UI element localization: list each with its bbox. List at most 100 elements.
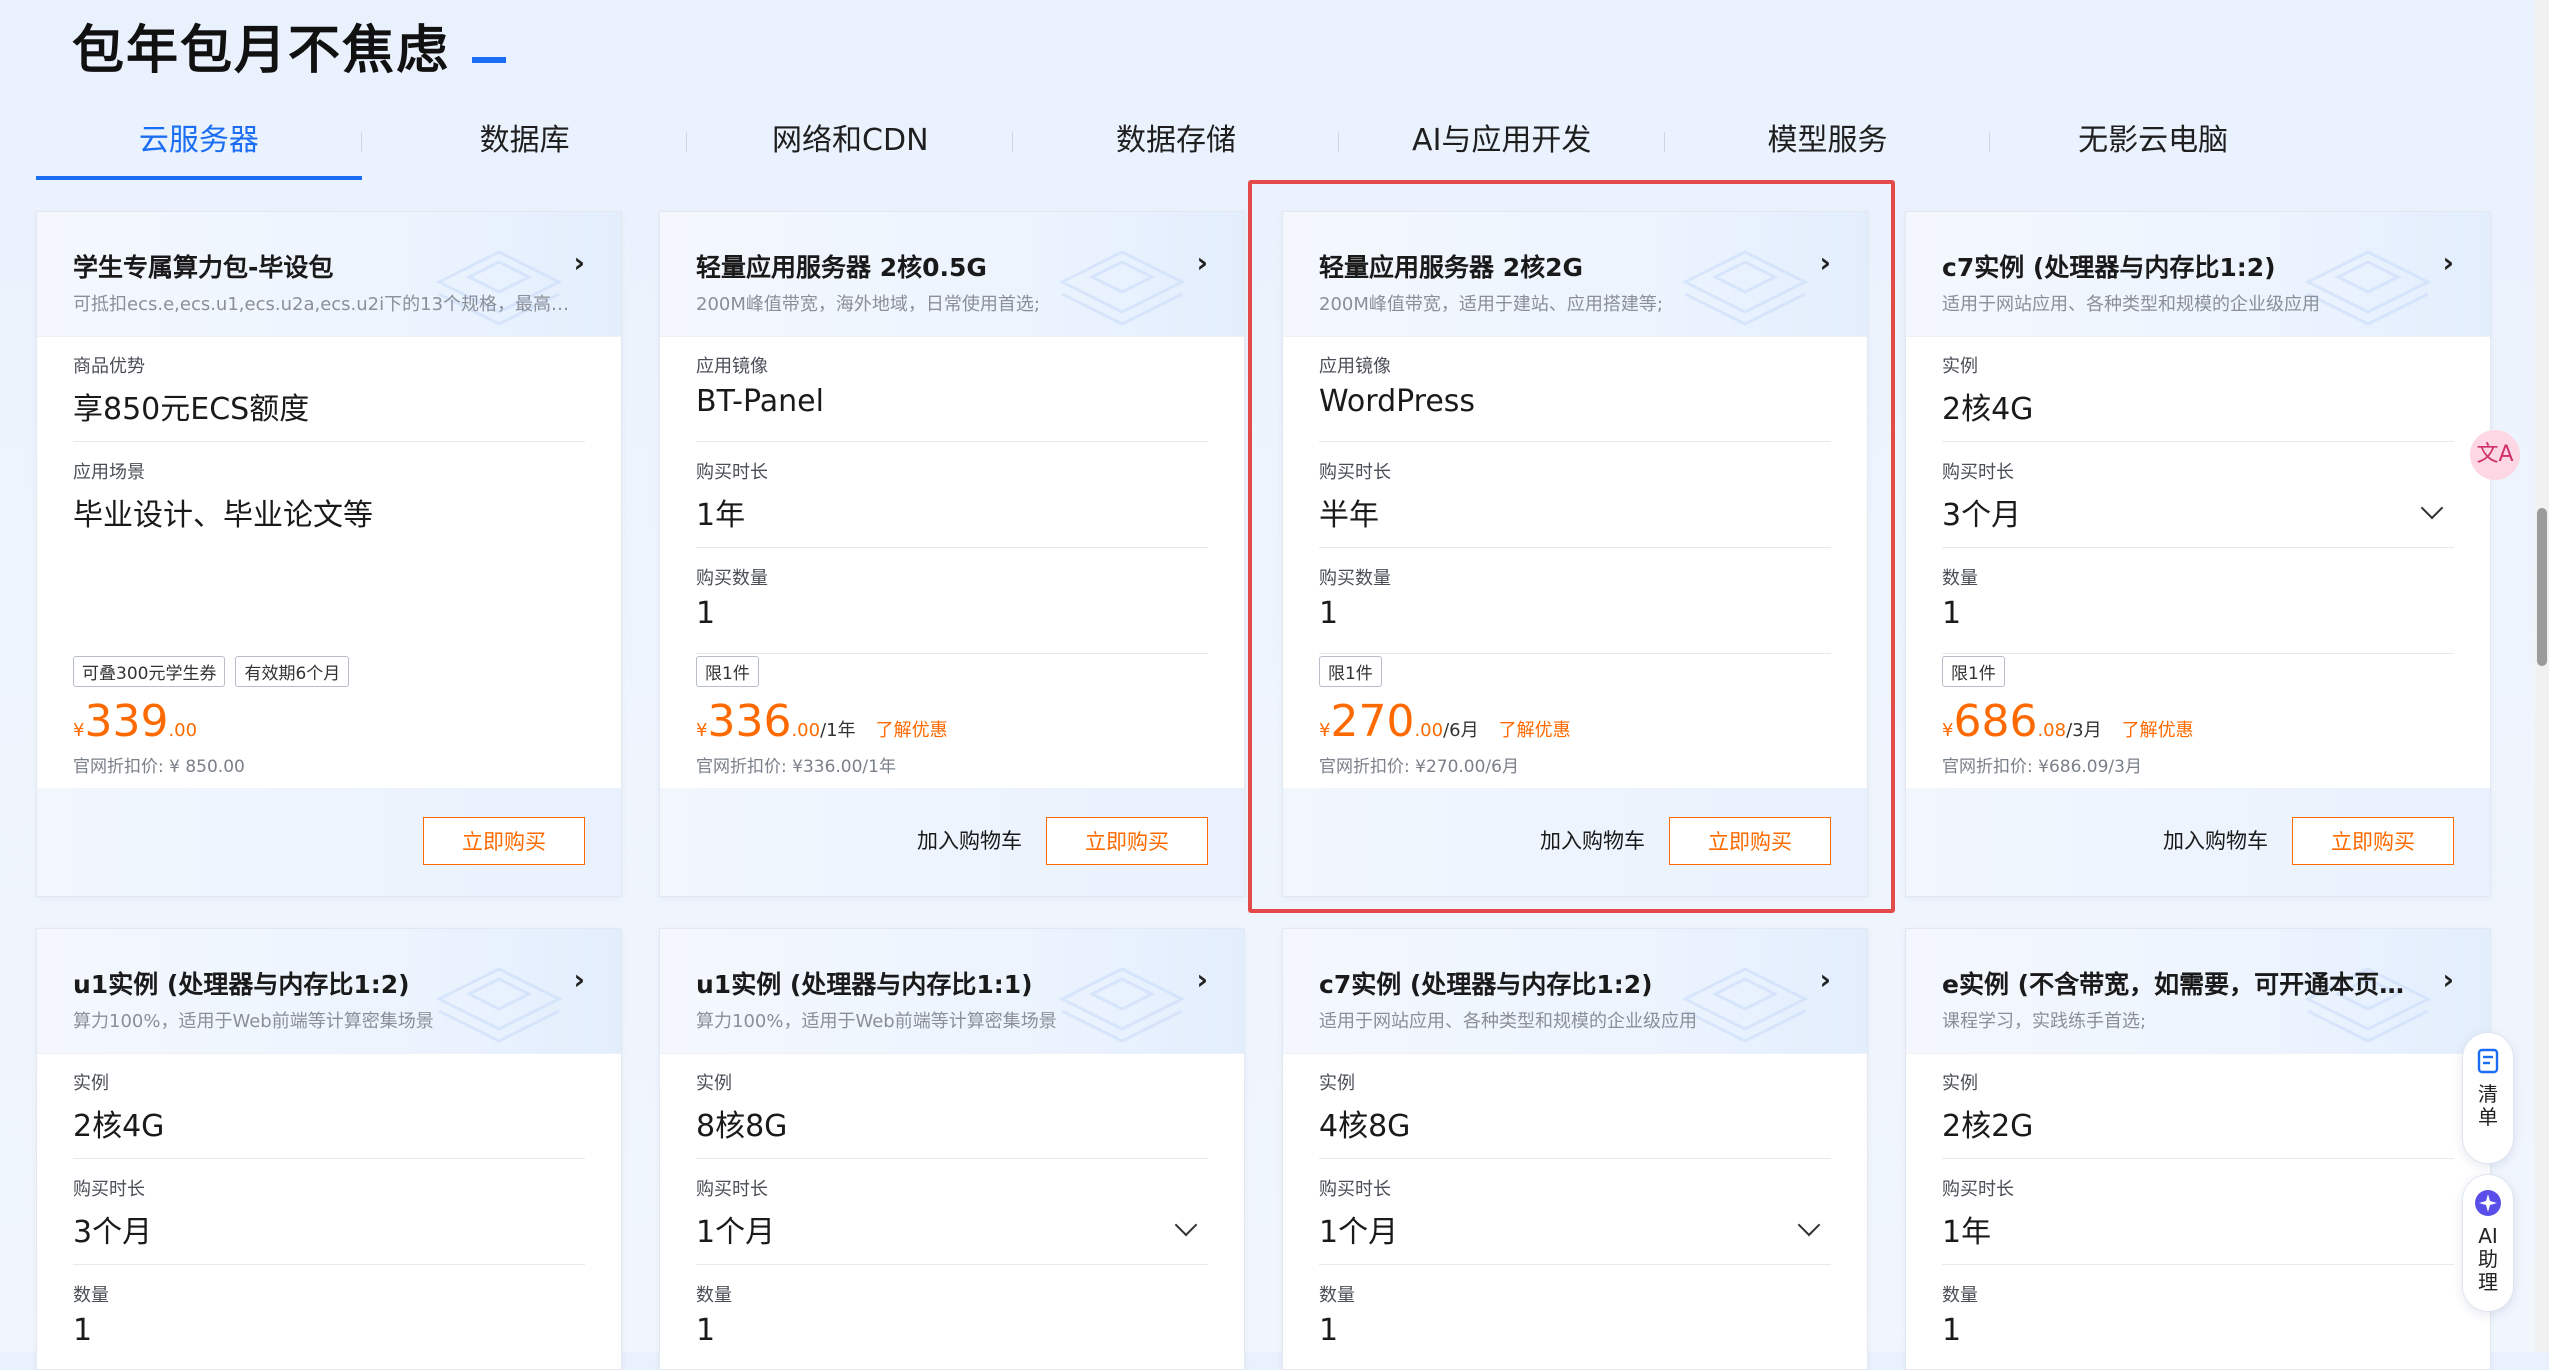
field-label: 实例 xyxy=(73,1073,109,1094)
field-duration[interactable]: 购买时长 1年 xyxy=(1942,1159,2454,1265)
card-header[interactable]: u1实例 (处理器与内存比1:1) › 算力100%，适用于Web前端等计算密集… xyxy=(660,929,1244,1054)
ai-assistant-label: AI助理 xyxy=(2478,1224,2498,1294)
promo-link[interactable]: 了解优惠 xyxy=(1499,720,1571,741)
field-duration-select[interactable]: 购买时长 3个月 xyxy=(1942,442,2454,548)
field-image[interactable]: 应用镜像 BT-Panel xyxy=(696,336,1208,442)
add-to-cart-button[interactable]: 加入购物车 xyxy=(917,817,1022,865)
field-quantity[interactable]: 数量 1 xyxy=(1942,548,2454,654)
card-subtitle: 算力100%，适用于Web前端等计算密集场景 xyxy=(696,1011,1057,1032)
add-to-cart-button[interactable]: 加入购物车 xyxy=(2163,817,2268,865)
field-advantage: 商品优势 享850元ECS额度 xyxy=(73,336,585,442)
field-quantity[interactable]: 数量 1 xyxy=(1319,1265,1831,1369)
buy-now-button[interactable]: 立即购买 xyxy=(1046,817,1208,865)
chevron-right-icon[interactable]: › xyxy=(573,963,585,996)
field-label: 购买数量 xyxy=(696,568,768,589)
field-instance[interactable]: 实例 2核4G xyxy=(1942,336,2454,442)
card-header[interactable]: u1实例 (处理器与内存比1:2) › 算力100%，适用于Web前端等计算密集… xyxy=(37,929,621,1054)
chevron-right-icon[interactable]: › xyxy=(2442,963,2454,996)
card-header[interactable]: e实例 (不含带宽，如需要，可开通本页面... › 课程学习，实践练手首选; xyxy=(1906,929,2490,1054)
field-value: 2核4G xyxy=(1942,392,2034,427)
tab-label: 无影云电脑 xyxy=(2078,123,2229,158)
field-label: 数量 xyxy=(1319,1285,1355,1306)
price-unit: /6月 xyxy=(1443,720,1479,741)
tab-storage[interactable]: 数据存储 xyxy=(1013,110,1339,176)
promo-link[interactable]: 了解优惠 xyxy=(2122,720,2194,741)
field-quantity[interactable]: 购买数量 1 xyxy=(1319,548,1831,654)
scrollbar-thumb[interactable] xyxy=(2537,508,2547,666)
product-card-lightweight-2g: 轻量应用服务器 2核2G › 200M峰值带宽，适用于建站、应用搭建等; 应用镜… xyxy=(1282,211,1868,897)
field-quantity[interactable]: 数量 1 xyxy=(696,1265,1208,1369)
ai-assistant-button[interactable]: AI助理 xyxy=(2462,1174,2514,1312)
tab-ai-dev[interactable]: AI与应用开发 xyxy=(1339,110,1665,176)
field-value: 1年 xyxy=(696,498,746,533)
shopping-list-button[interactable]: 清单 xyxy=(2462,1032,2514,1164)
buy-now-button[interactable]: 立即购买 xyxy=(423,817,585,865)
field-scenario: 应用场景 毕业设计、毕业论文等 xyxy=(73,442,585,547)
card-footer: 立即购买 xyxy=(37,788,621,896)
chevron-down-icon[interactable] xyxy=(2420,496,2444,520)
field-duration-select[interactable]: 购买时长 1个月 xyxy=(696,1159,1208,1265)
translate-icon[interactable]: 文A xyxy=(2470,430,2520,480)
tab-database[interactable]: 数据库 xyxy=(362,110,688,176)
field-duration[interactable]: 购买时长 3个月 xyxy=(73,1159,585,1265)
chevron-down-icon[interactable] xyxy=(1797,1213,1821,1237)
field-value: 1个月 xyxy=(1319,1215,1399,1250)
card-title: 轻量应用服务器 2核2G xyxy=(1319,253,1584,282)
card-header[interactable]: c7实例 (处理器与内存比1:2) › 适用于网站应用、各种类型和规模的企业级应… xyxy=(1906,212,2490,337)
tab-cloud-desktop[interactable]: 无影云电脑 xyxy=(1990,110,2316,176)
tab-label: 模型服务 xyxy=(1767,123,1888,158)
tab-cloud-server[interactable]: 云服务器 xyxy=(36,110,362,180)
chevron-right-icon[interactable]: › xyxy=(1196,963,1208,996)
price: ¥270.00/6月 了解优惠 xyxy=(1319,696,1571,747)
field-label: 数量 xyxy=(696,1285,732,1306)
chevron-right-icon[interactable]: › xyxy=(1819,963,1831,996)
field-instance[interactable]: 实例 2核4G xyxy=(73,1053,585,1159)
field-value: 1个月 xyxy=(696,1215,776,1250)
card-header[interactable]: 学生专属算力包-毕设包 › 可抵扣ecs.e,ecs.u1,ecs.u2a,ec… xyxy=(37,212,621,337)
field-duration-select[interactable]: 购买时长 1个月 xyxy=(1319,1159,1831,1265)
field-duration[interactable]: 购买时长 1年 xyxy=(696,442,1208,548)
field-quantity[interactable]: 购买数量 1 xyxy=(696,548,1208,654)
field-instance[interactable]: 实例 4核8G xyxy=(1319,1053,1831,1159)
card-header[interactable]: 轻量应用服务器 2核0.5G › 200M峰值带宽，海外地域，日常使用首选; xyxy=(660,212,1244,337)
add-to-cart-button[interactable]: 加入购物车 xyxy=(1540,817,1645,865)
field-label: 数量 xyxy=(73,1285,109,1306)
scrollbar[interactable] xyxy=(2535,0,2549,1352)
field-instance[interactable]: 实例 8核8G xyxy=(696,1053,1208,1159)
card-fields: 实例 8核8G 购买时长 1个月 数量 1 xyxy=(696,1053,1208,1369)
field-image[interactable]: 应用镜像 WordPress xyxy=(1319,336,1831,442)
chevron-right-icon[interactable]: › xyxy=(1196,246,1208,279)
card-tags: 限1件 xyxy=(1319,656,1382,687)
buy-now-button[interactable]: 立即购买 xyxy=(1669,817,1831,865)
field-quantity[interactable]: 数量 1 xyxy=(1942,1265,2454,1369)
buy-now-button[interactable]: 立即购买 xyxy=(2292,817,2454,865)
field-instance[interactable]: 实例 2核2G xyxy=(1942,1053,2454,1159)
card-title: 学生专属算力包-毕设包 xyxy=(73,253,334,282)
ai-assistant-icon xyxy=(2475,1190,2501,1216)
price-decimal: .00 xyxy=(1414,720,1444,741)
card-header[interactable]: 轻量应用服务器 2核2G › 200M峰值带宽，适用于建站、应用搭建等; xyxy=(1283,212,1867,337)
card-header[interactable]: c7实例 (处理器与内存比1:2) › 适用于网站应用、各种类型和规模的企业级应… xyxy=(1283,929,1867,1054)
field-duration[interactable]: 购买时长 半年 xyxy=(1319,442,1831,548)
chevron-right-icon[interactable]: › xyxy=(2442,246,2454,279)
promo-link[interactable]: 了解优惠 xyxy=(876,720,948,741)
field-label: 购买时长 xyxy=(73,1179,145,1200)
field-label: 实例 xyxy=(696,1073,732,1094)
tab-model-service[interactable]: 模型服务 xyxy=(1665,110,1991,176)
list-icon xyxy=(2477,1048,2499,1074)
field-label: 实例 xyxy=(1942,1073,1978,1094)
card-tags: 限1件 xyxy=(1942,656,2005,687)
tag-badge: 限1件 xyxy=(1319,656,1382,687)
card-footer: 加入购物车 立即购买 xyxy=(1906,788,2490,896)
field-value: 1 xyxy=(696,596,716,631)
price: ¥686.08/3月 了解优惠 xyxy=(1942,696,2194,747)
field-label: 应用镜像 xyxy=(696,356,768,377)
price-decimal: .00 xyxy=(168,720,198,741)
chevron-right-icon[interactable]: › xyxy=(1819,246,1831,279)
chevron-right-icon[interactable]: › xyxy=(573,246,585,279)
tab-network-cdn[interactable]: 网络和CDN xyxy=(687,110,1014,176)
card-title: c7实例 (处理器与内存比1:2) xyxy=(1942,253,2276,282)
chevron-down-icon[interactable] xyxy=(1174,1213,1198,1237)
field-quantity[interactable]: 数量 1 xyxy=(73,1265,585,1369)
category-tabs: 云服务器 数据库 网络和CDN 数据存储 AI与应用开发 模型服务 无影云电脑 xyxy=(36,110,2316,180)
